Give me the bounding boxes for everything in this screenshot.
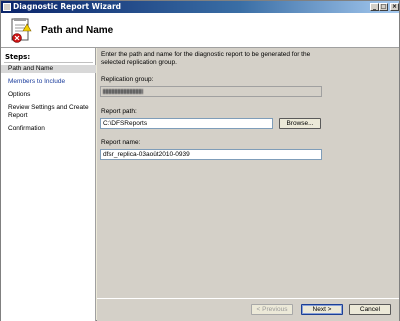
report-name-input[interactable]: dfsr_replica-03août2010-0939 [100, 149, 322, 160]
step-confirmation: Confirmation [8, 125, 45, 132]
step-options: Options [8, 91, 31, 98]
cancel-button[interactable]: Cancel [349, 304, 391, 315]
wizard-header: Path and Name [1, 13, 399, 48]
step-path-and-name[interactable]: Path and Name [1, 65, 96, 73]
minimize-button[interactable]: _ [370, 3, 379, 11]
replication-group-field [100, 86, 322, 97]
report-wizard-icon [11, 18, 32, 43]
previous-button[interactable]: < Previous [251, 304, 293, 315]
step-review-settings: Review Settings and Create Report [8, 104, 89, 119]
report-name-label: Report name: [101, 139, 141, 146]
report-path-input[interactable]: C:\DFSReports [100, 118, 273, 129]
steps-divider [4, 62, 93, 63]
maximize-button[interactable]: □ [379, 3, 388, 11]
instructions-text: Enter the path and name for the diagnost… [101, 51, 311, 66]
steps-heading: Steps: [5, 53, 31, 61]
main-panel: Enter the path and name for the diagnost… [97, 48, 399, 298]
title-bar[interactable]: Diagnostic Report Wizard _ □ × [1, 1, 399, 13]
next-button[interactable]: Next > [301, 304, 343, 315]
report-path-label: Report path: [101, 108, 137, 115]
wizard-window: Diagnostic Report Wizard _ □ × Path and … [0, 0, 400, 321]
replication-group-label: Replication group: [101, 76, 154, 83]
window-title: Diagnostic Report Wizard [13, 2, 122, 11]
wizard-footer: < Previous Next > Cancel [97, 298, 399, 321]
close-button[interactable]: × [390, 3, 399, 11]
step-members-to-include[interactable]: Members to Include [1, 78, 96, 86]
browse-button[interactable]: Browse... [279, 118, 321, 129]
page-title: Path and Name [41, 25, 114, 36]
redacted-value [103, 89, 143, 94]
steps-sidebar: Steps: Path and Name Members to Include … [1, 48, 96, 321]
app-icon [3, 3, 11, 11]
